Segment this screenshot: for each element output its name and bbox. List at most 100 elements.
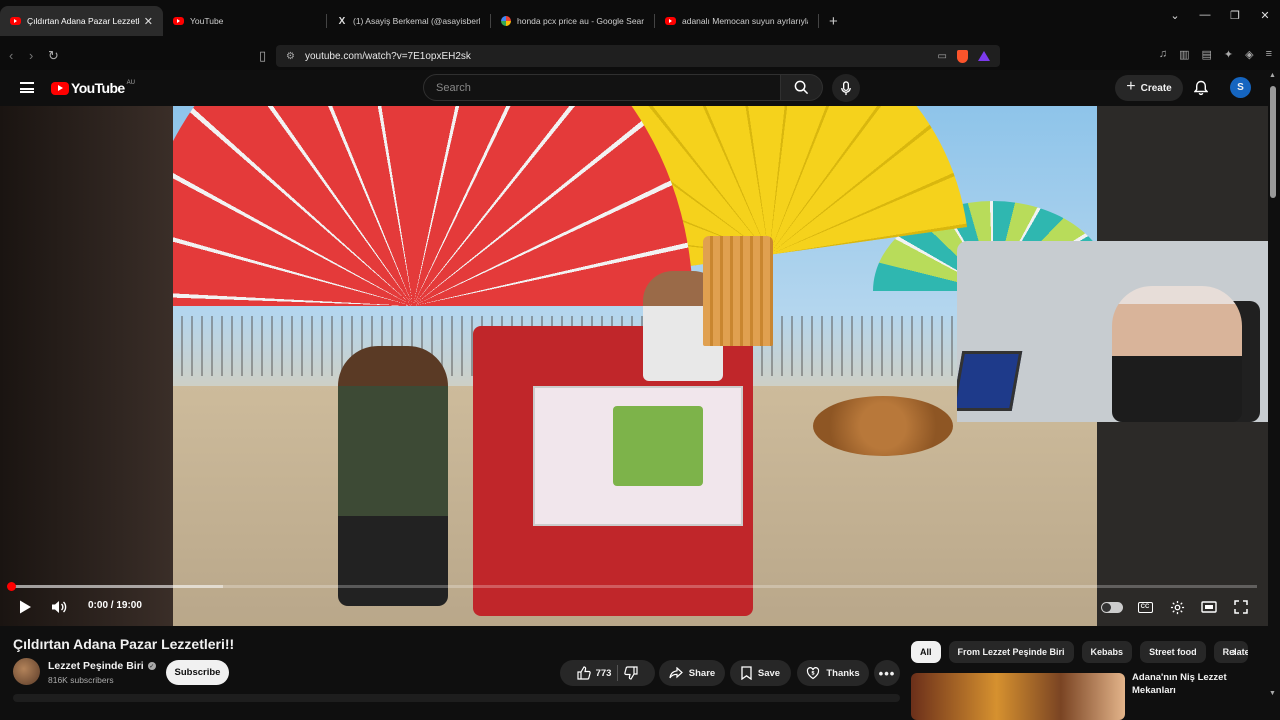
search-button[interactable] <box>781 74 823 101</box>
gear-icon <box>1170 600 1184 614</box>
chip-all[interactable]: All <box>911 641 941 663</box>
close-tab-icon[interactable]: ✕ <box>144 15 153 28</box>
browser-tab[interactable]: Çıldırtan Adana Pazar Lezzetleri!! ✕ <box>0 6 163 36</box>
save-button[interactable]: Save <box>730 660 791 686</box>
webcam-person <box>1112 286 1242 422</box>
verified-icon: ✓ <box>147 662 156 670</box>
scene-customer <box>338 346 448 606</box>
guide-menu-icon[interactable] <box>20 82 34 93</box>
vpn-icon[interactable]: ◈ <box>1245 48 1253 61</box>
fullscreen-icon <box>1234 600 1248 614</box>
video-letterbox-left <box>0 106 173 626</box>
tab-label: YouTube <box>190 16 224 26</box>
back-icon[interactable]: ‹ <box>9 48 13 63</box>
tab-list-icon[interactable]: ⌄ <box>1160 9 1190 22</box>
browser-tab[interactable]: X (1) Asayiş Berkemal (@asayisberkemal) <box>327 6 490 36</box>
settings-button[interactable] <box>1168 598 1186 616</box>
recommendation-title[interactable]: Adana'nın Niş Lezzet Mekanları <box>1132 671 1252 697</box>
youtube-logo[interactable]: YouTube AU <box>51 80 135 96</box>
chevron-right-icon[interactable]: › <box>1232 644 1236 659</box>
webcam-overlay <box>957 241 1280 422</box>
browser-tab[interactable]: adanalı Memocan suyun ayrlarıyla oy <box>655 6 818 36</box>
search-input[interactable]: Search <box>423 74 781 101</box>
scene-simit-tray <box>813 396 953 456</box>
theater-mode-button[interactable] <box>1200 598 1218 616</box>
thanks-button[interactable]: $ Thanks <box>797 660 869 686</box>
thanks-icon: $ <box>807 667 820 680</box>
restore-icon[interactable]: ❐ <box>1220 9 1250 22</box>
subscribe-button[interactable]: Subscribe <box>166 660 229 685</box>
forward-icon[interactable]: › <box>29 48 33 63</box>
browser-tab[interactable]: YouTube <box>163 6 326 36</box>
url-text: youtube.com/watch?v=7E1opxEH2sk <box>304 50 471 62</box>
channel-name-row[interactable]: Lezzet Peşinde Biri ✓ <box>48 660 156 672</box>
scroll-down-icon[interactable]: ▼ <box>1269 690 1276 697</box>
webcam-laptop <box>957 351 1023 411</box>
scrubber-handle[interactable] <box>7 582 16 591</box>
volume-icon <box>52 601 67 613</box>
mute-button[interactable] <box>50 598 68 616</box>
thumbs-down-icon <box>624 666 639 680</box>
create-label: Create <box>1140 82 1172 94</box>
bell-icon <box>1193 80 1209 96</box>
chip-kebabs[interactable]: Kebabs <box>1081 641 1133 663</box>
menu-icon[interactable]: ≡ <box>1266 48 1272 61</box>
fullscreen-button[interactable] <box>1232 598 1250 616</box>
youtube-icon <box>665 17 676 25</box>
scrollbar-thumb[interactable] <box>1270 86 1276 198</box>
more-actions-button[interactable]: ••• <box>874 660 900 686</box>
scroll-up-icon[interactable]: ▲ <box>1269 72 1276 79</box>
related-chip-bar: All From Lezzet Peşinde Biri Kebabs Stre… <box>911 641 1248 663</box>
like-divider <box>617 665 619 681</box>
brave-shield-icon[interactable] <box>957 49 968 63</box>
media-icon[interactable]: ♫ <box>1159 48 1167 61</box>
voice-search-button[interactable] <box>832 74 860 102</box>
save-label: Save <box>757 667 781 679</box>
cast-icon[interactable]: ▭ <box>938 51 947 62</box>
x-icon: X <box>338 15 346 27</box>
share-icon <box>669 667 683 679</box>
dislike-button[interactable] <box>624 666 639 680</box>
autoplay-toggle[interactable] <box>1100 598 1124 616</box>
account-avatar[interactable]: S <box>1230 77 1251 98</box>
description-box-edge <box>13 694 900 702</box>
browser-tab[interactable]: honda pcx price au - Google Search <box>491 6 654 36</box>
create-button[interactable]: + Create <box>1115 75 1183 101</box>
reload-icon[interactable]: ↻ <box>48 48 59 64</box>
scene-freezer-label <box>613 406 703 486</box>
chip-from-channel[interactable]: From Lezzet Peşinde Biri <box>948 641 1074 663</box>
address-bar[interactable]: ⚙ youtube.com/watch?v=7E1opxEH2sk ▭ <box>276 45 1000 67</box>
tab-label: adanalı Memocan suyun ayrlarıyla oy <box>682 16 808 26</box>
share-button[interactable]: Share <box>659 660 725 686</box>
chip-related[interactable]: Relate <box>1213 641 1248 663</box>
wallet-icon[interactable]: ▤ <box>1201 48 1211 61</box>
youtube-wordmark: YouTube <box>71 80 125 96</box>
svg-text:$: $ <box>812 671 816 677</box>
minimize-icon[interactable]: — <box>1190 9 1220 21</box>
theater-icon <box>1201 601 1217 613</box>
site-info-icon[interactable]: ⚙ <box>286 51 295 62</box>
play-button[interactable] <box>16 598 34 616</box>
more-horizontal-icon: ••• <box>878 665 896 681</box>
bookmark-icon[interactable]: ▯ <box>259 48 266 64</box>
subtitles-button[interactable]: CC <box>1136 598 1154 616</box>
brave-rewards-icon[interactable] <box>978 51 990 61</box>
sidebar-icon[interactable]: ▥ <box>1179 48 1189 61</box>
notifications-button[interactable] <box>1193 80 1209 101</box>
chip-street-food[interactable]: Street food <box>1140 641 1206 663</box>
tab-label: Çıldırtan Adana Pazar Lezzetleri!! <box>27 16 140 26</box>
leo-icon[interactable]: ✦ <box>1224 48 1233 61</box>
new-tab-icon[interactable]: + <box>819 13 848 30</box>
scene-cone-stack <box>703 236 773 346</box>
youtube-logo-icon <box>51 81 69 95</box>
channel-name[interactable]: Lezzet Peşinde Biri <box>48 660 144 672</box>
close-window-icon[interactable]: ✕ <box>1250 9 1280 22</box>
subscriber-count: 816K subscribers <box>48 675 114 685</box>
microphone-icon <box>841 80 851 95</box>
progress-bar[interactable] <box>11 585 1257 588</box>
recommendation-thumbnail[interactable] <box>911 673 1125 720</box>
browser-extensions: ♫ ▥ ▤ ✦ ◈ ≡ <box>1159 48 1272 61</box>
channel-avatar[interactable] <box>13 658 40 685</box>
browser-toolbar: ‹ › ↻ ▯ ⚙ youtube.com/watch?v=7E1opxEH2s… <box>0 42 1280 70</box>
like-button[interactable]: 773 <box>576 666 611 680</box>
